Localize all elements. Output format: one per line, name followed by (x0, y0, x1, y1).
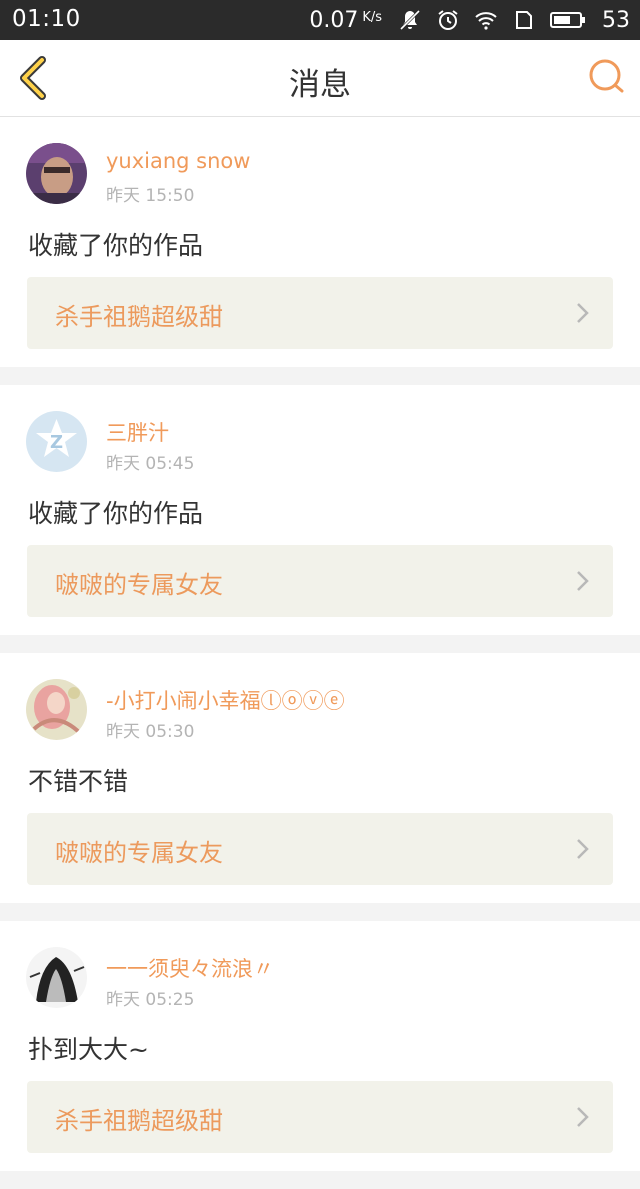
avatar[interactable] (26, 143, 87, 204)
status-icons: 0.07 K/s 53 (309, 4, 630, 36)
username[interactable]: yuxiang snow (106, 149, 250, 173)
avatar[interactable] (26, 679, 87, 740)
username[interactable]: 一一须臾々流浪〃 (106, 953, 274, 983)
chevron-right-icon (577, 839, 589, 859)
work-link[interactable]: 啵啵的专属女友 (27, 545, 613, 617)
message-time: 昨天 05:45 (106, 454, 195, 474)
alarm-icon (438, 10, 458, 30)
work-title: 啵啵的专属女友 (55, 571, 223, 599)
message-text: 收藏了你的作品 (28, 499, 204, 528)
svg-text:Z: Z (50, 432, 63, 453)
page-title: 消息 (289, 67, 351, 103)
message-card: 一一须臾々流浪〃 昨天 05:25 扑到大大~ 杀手祖鹅超级甜 (0, 921, 640, 1171)
battery-icon (550, 12, 585, 28)
chevron-right-icon (577, 1107, 589, 1127)
chevron-right-icon (577, 303, 589, 323)
message-text: 收藏了你的作品 (28, 231, 204, 260)
nav-bar: 消息 (0, 40, 640, 117)
message-card: -小打小闹小幸福ⓛⓞⓥⓔ 昨天 05:30 不错不错 啵啵的专属女友 (0, 653, 640, 903)
username[interactable]: 三胖汁 (106, 417, 169, 447)
status-bar: 01:10 0.07 K/s 53 (0, 0, 640, 40)
work-link[interactable]: 啵啵的专属女友 (27, 813, 613, 885)
work-title: 啵啵的专属女友 (55, 839, 223, 867)
username[interactable]: -小打小闹小幸福ⓛⓞⓥⓔ (106, 685, 345, 715)
message-time: 昨天 05:30 (106, 722, 195, 742)
net-speed-unit: K/s (362, 9, 382, 25)
wifi-icon (475, 12, 497, 30)
status-time: 01:10 (12, 6, 81, 32)
message-text: 不错不错 (28, 767, 129, 796)
work-link[interactable]: 杀手祖鹅超级甜 (27, 277, 613, 349)
avatar[interactable] (26, 947, 87, 1008)
work-link[interactable]: 杀手祖鹅超级甜 (27, 1081, 613, 1153)
message-time: 昨天 15:50 (106, 186, 195, 206)
chevron-right-icon (577, 571, 589, 591)
battery-level: 53 (602, 7, 630, 33)
message-list: yuxiang snow 昨天 15:50 收藏了你的作品 杀手祖鹅超级甜 Z … (0, 117, 640, 1189)
work-title: 杀手祖鹅超级甜 (55, 1107, 223, 1135)
net-speed: 0.07 (309, 7, 359, 33)
work-title: 杀手祖鹅超级甜 (55, 303, 223, 331)
message-time: 昨天 05:25 (106, 990, 195, 1010)
avatar[interactable]: Z (26, 411, 87, 472)
mute-bell-icon (399, 9, 421, 31)
search-icon[interactable] (586, 56, 626, 96)
message-card: yuxiang snow 昨天 15:50 收藏了你的作品 杀手祖鹅超级甜 (0, 117, 640, 367)
message-card: Z 三胖汁 昨天 05:45 收藏了你的作品 啵啵的专属女友 (0, 385, 640, 635)
sim-icon (516, 11, 532, 29)
message-text: 扑到大大~ (28, 1035, 149, 1064)
